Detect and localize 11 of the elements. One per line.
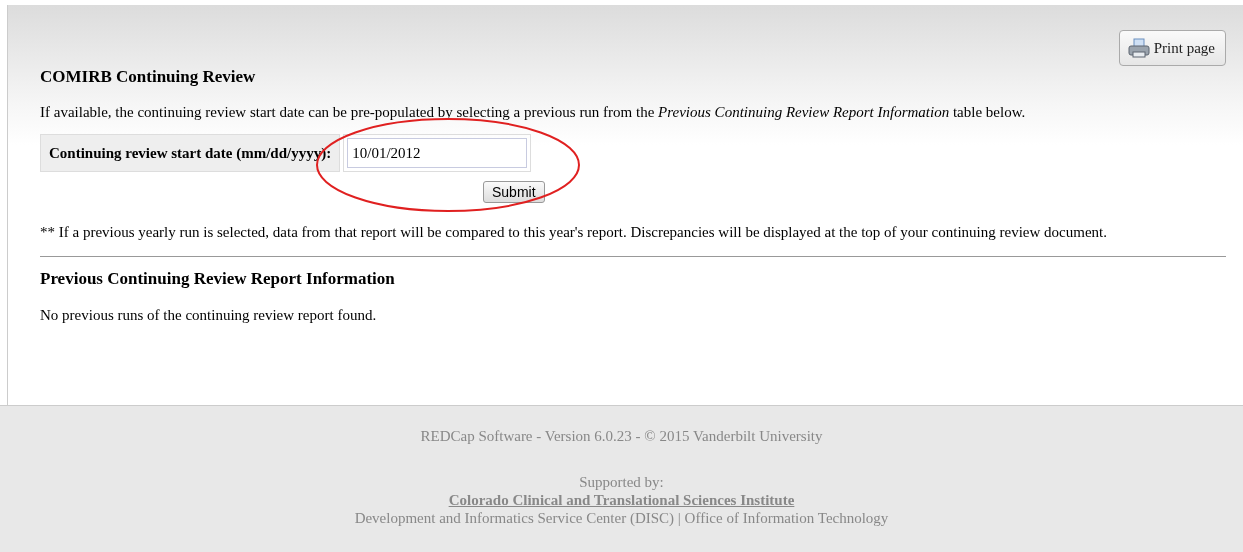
supported-by-text: Supported by: [579,474,664,490]
submit-button[interactable]: Submit [483,181,545,203]
note-text: ** If a previous yearly run is selected, data from that report will be compared to this year's report. Discrepancies will be displayed at the top of your continuing review document. [40,223,1108,242]
printer-icon [1127,38,1150,58]
credits-text: Development and Informatics Service Center (DISC) | Office of Information Technology [354,510,889,526]
empty-message: No previous runs of the continuing review report found. [40,307,378,324]
section-title: Previous Continuing Review Report Information [40,269,396,289]
version-text: REDCap Software - Version 6.0.23 - © 2015 Vanderbilt University [419,427,824,445]
date-field[interactable]: 10/01/2012 [343,134,532,172]
print-button[interactable]: Print page [1118,30,1226,66]
page-title: COMIRB Continuing Review [40,67,257,87]
